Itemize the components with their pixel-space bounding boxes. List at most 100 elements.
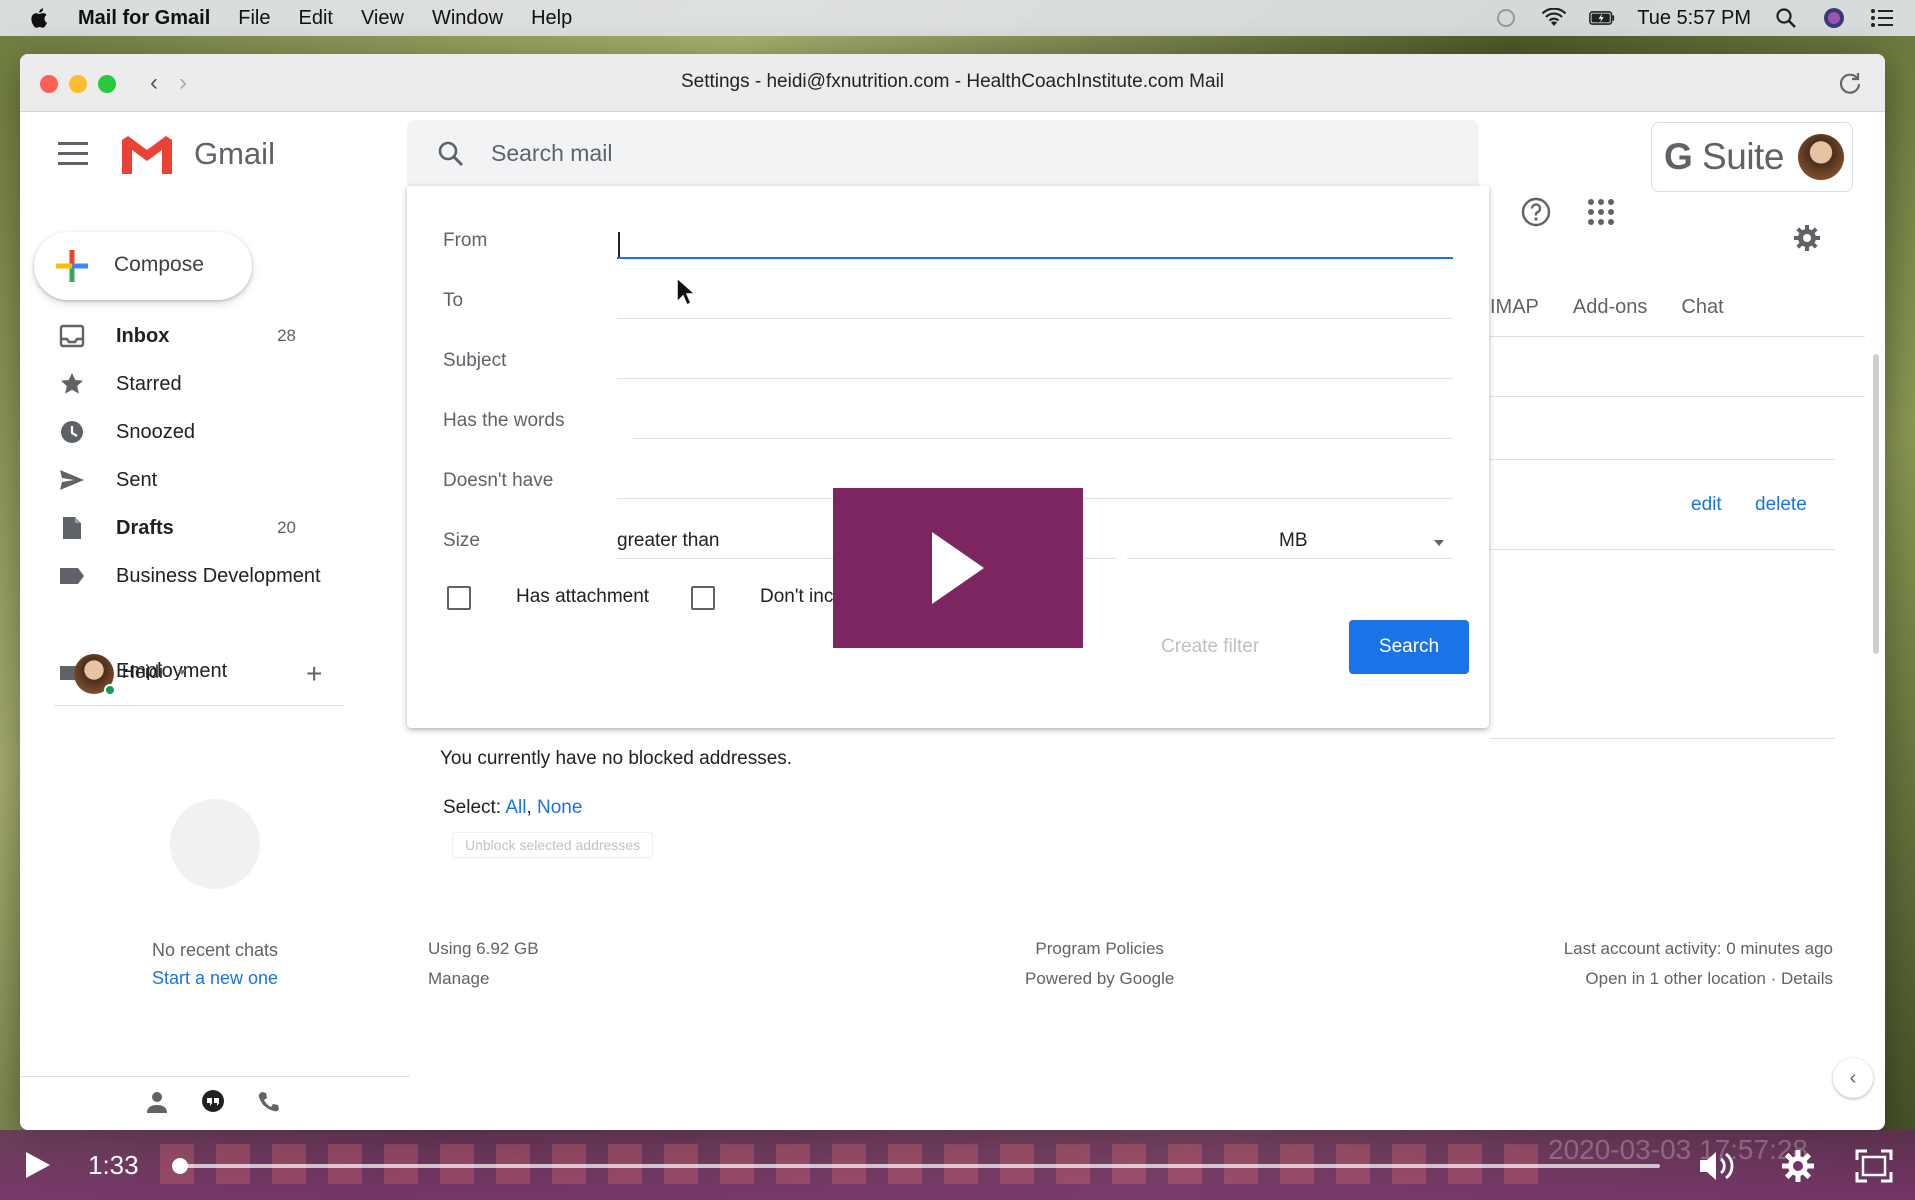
no-chats-text: No recent chats xyxy=(151,940,279,960)
menu-help[interactable]: Help xyxy=(531,7,572,30)
notification-center-icon[interactable] xyxy=(1869,7,1895,29)
app-menu-title[interactable]: Mail for Gmail xyxy=(78,7,210,30)
has-words-label: Has the words xyxy=(443,410,565,431)
sidebar-item-label: Inbox xyxy=(116,324,170,347)
reload-icon[interactable] xyxy=(1835,68,1865,98)
new-chat-plus-icon[interactable]: + xyxy=(306,658,322,690)
contacts-person-icon[interactable] xyxy=(144,1089,170,1115)
has-words-input[interactable] xyxy=(633,404,1453,438)
text-cursor xyxy=(618,232,620,258)
hangouts-chat-icon[interactable] xyxy=(200,1089,226,1115)
macos-menubar: Mail for Gmail File Edit View Window Hel… xyxy=(0,0,1915,36)
start-new-chat-link[interactable]: Start a new one xyxy=(20,968,410,989)
search-button[interactable]: Search xyxy=(1349,620,1469,674)
policies-footer: Program Policies Powered by Google xyxy=(1025,934,1174,994)
menu-file[interactable]: File xyxy=(238,7,270,30)
tab-chat[interactable]: Chat xyxy=(1681,296,1723,319)
divider xyxy=(1490,459,1835,460)
sidebar-item-label: Starred xyxy=(116,372,182,395)
tab-add-ons[interactable]: Add-ons xyxy=(1573,296,1648,319)
divider xyxy=(1490,336,1865,337)
manage-storage-link[interactable]: Manage xyxy=(428,964,539,994)
spotlight-search-icon[interactable] xyxy=(1773,7,1799,29)
video-progress-track[interactable] xyxy=(174,1164,1660,1168)
volume-icon[interactable] xyxy=(1696,1148,1736,1184)
google-apps-grid-icon[interactable] xyxy=(1587,198,1615,226)
play-pause-icon[interactable] xyxy=(24,1150,52,1180)
storage-footer: Using 6.92 GB Manage xyxy=(428,934,539,994)
gsuite-logo: G Suite xyxy=(1664,136,1784,177)
gsuite-account-button[interactable]: G Suite xyxy=(1651,122,1853,192)
hangouts-user-name[interactable]: Heidi xyxy=(122,662,163,683)
help-icon[interactable] xyxy=(1520,196,1552,228)
to-underline xyxy=(617,318,1453,319)
side-panel-toggle-icon[interactable]: ‹ xyxy=(1833,1058,1873,1098)
mouse-pointer-icon xyxy=(676,276,697,307)
menu-edit[interactable]: Edit xyxy=(298,7,332,30)
create-filter-button[interactable]: Create filter xyxy=(1161,636,1259,658)
has-attachment-checkbox[interactable] xyxy=(447,586,471,610)
sidebar-item-sent[interactable]: Sent xyxy=(20,456,330,504)
dont-include-chats-checkbox[interactable] xyxy=(691,586,715,610)
search-icon[interactable] xyxy=(437,140,465,168)
select-all-link[interactable]: All xyxy=(505,797,526,818)
to-input[interactable] xyxy=(617,284,1453,318)
send-icon xyxy=(58,466,86,494)
main-menu-icon[interactable] xyxy=(58,142,88,168)
size-operator-select[interactable]: greater than xyxy=(617,530,719,552)
siri-icon[interactable] xyxy=(1821,7,1847,29)
settings-gear-icon[interactable] xyxy=(1778,1148,1818,1184)
menu-window[interactable]: Window xyxy=(432,7,503,30)
unblock-selected-button[interactable]: Unblock selected addresses xyxy=(452,832,654,858)
sidebar-item-business-development[interactable]: Business Development xyxy=(20,552,330,600)
other-locations-details-link[interactable]: Open in 1 other location · Details xyxy=(1564,964,1833,994)
video-progress-knob[interactable] xyxy=(171,1158,188,1174)
status-dropdown-caret-icon[interactable] xyxy=(178,670,186,675)
inbox-icon xyxy=(58,322,86,350)
tab-imap[interactable]: IMAP xyxy=(1490,296,1539,319)
from-field-row: From xyxy=(407,212,1489,272)
delete-link[interactable]: delete xyxy=(1755,494,1807,516)
video-play-overlay-button[interactable] xyxy=(833,488,1083,648)
battery-icon[interactable] xyxy=(1589,7,1615,29)
to-label: To xyxy=(443,290,464,311)
sidebar-nav: Inbox 28 Starred Snoozed Sent Drafts 20 … xyxy=(20,312,330,600)
label-icon xyxy=(58,562,86,590)
program-policies-link[interactable]: Program Policies xyxy=(1025,934,1174,964)
search-bar[interactable]: Search mail xyxy=(407,120,1479,186)
menubar-clock[interactable]: Tue 5:57 PM xyxy=(1637,7,1751,30)
window-titlebar: ‹ › Settings - heidi@fxnutrition.com - H… xyxy=(20,54,1885,112)
has-words-underline xyxy=(633,438,1453,439)
elapsed-time: 1:33 xyxy=(88,1150,139,1180)
gmail-logo-icon[interactable] xyxy=(118,130,176,178)
page-scrollbar[interactable] xyxy=(1873,354,1879,654)
hangouts-user-row[interactable]: Heidi + xyxy=(54,654,344,706)
phone-call-icon[interactable] xyxy=(256,1089,282,1115)
edit-link[interactable]: edit xyxy=(1691,494,1722,516)
has-attachment-label[interactable]: Has attachment xyxy=(516,586,649,608)
fullscreen-icon[interactable] xyxy=(1854,1148,1894,1184)
subject-input[interactable] xyxy=(617,344,1453,378)
apple-menu-icon[interactable] xyxy=(28,6,52,30)
clock-icon xyxy=(58,418,86,446)
from-label: From xyxy=(443,230,488,251)
window-title: Settings - heidi@fxnutrition.com - Healt… xyxy=(680,71,1225,92)
from-input[interactable] xyxy=(617,224,1453,258)
select-none-link[interactable]: None xyxy=(537,797,582,818)
settings-gear-icon[interactable] xyxy=(1793,224,1821,252)
dropdown-caret-icon[interactable] xyxy=(1434,540,1444,546)
search-input[interactable]: Search mail xyxy=(491,140,612,167)
select-label: Select: xyxy=(443,797,506,818)
sidebar-item-drafts[interactable]: Drafts 20 xyxy=(20,504,330,552)
gmail-wordmark[interactable]: Gmail xyxy=(194,136,275,172)
account-avatar[interactable] xyxy=(1797,134,1844,180)
sidebar-item-inbox[interactable]: Inbox 28 xyxy=(20,312,330,360)
sidebar-item-snoozed[interactable]: Snoozed xyxy=(20,408,330,456)
menu-view[interactable]: View xyxy=(361,7,404,30)
sync-icon[interactable] xyxy=(1493,7,1519,29)
sidebar-item-starred[interactable]: Starred xyxy=(20,360,330,408)
wifi-icon[interactable] xyxy=(1541,7,1567,29)
size-unit-select[interactable]: MB xyxy=(1279,530,1308,552)
divider xyxy=(1490,549,1835,550)
compose-button[interactable]: Compose xyxy=(34,232,252,300)
